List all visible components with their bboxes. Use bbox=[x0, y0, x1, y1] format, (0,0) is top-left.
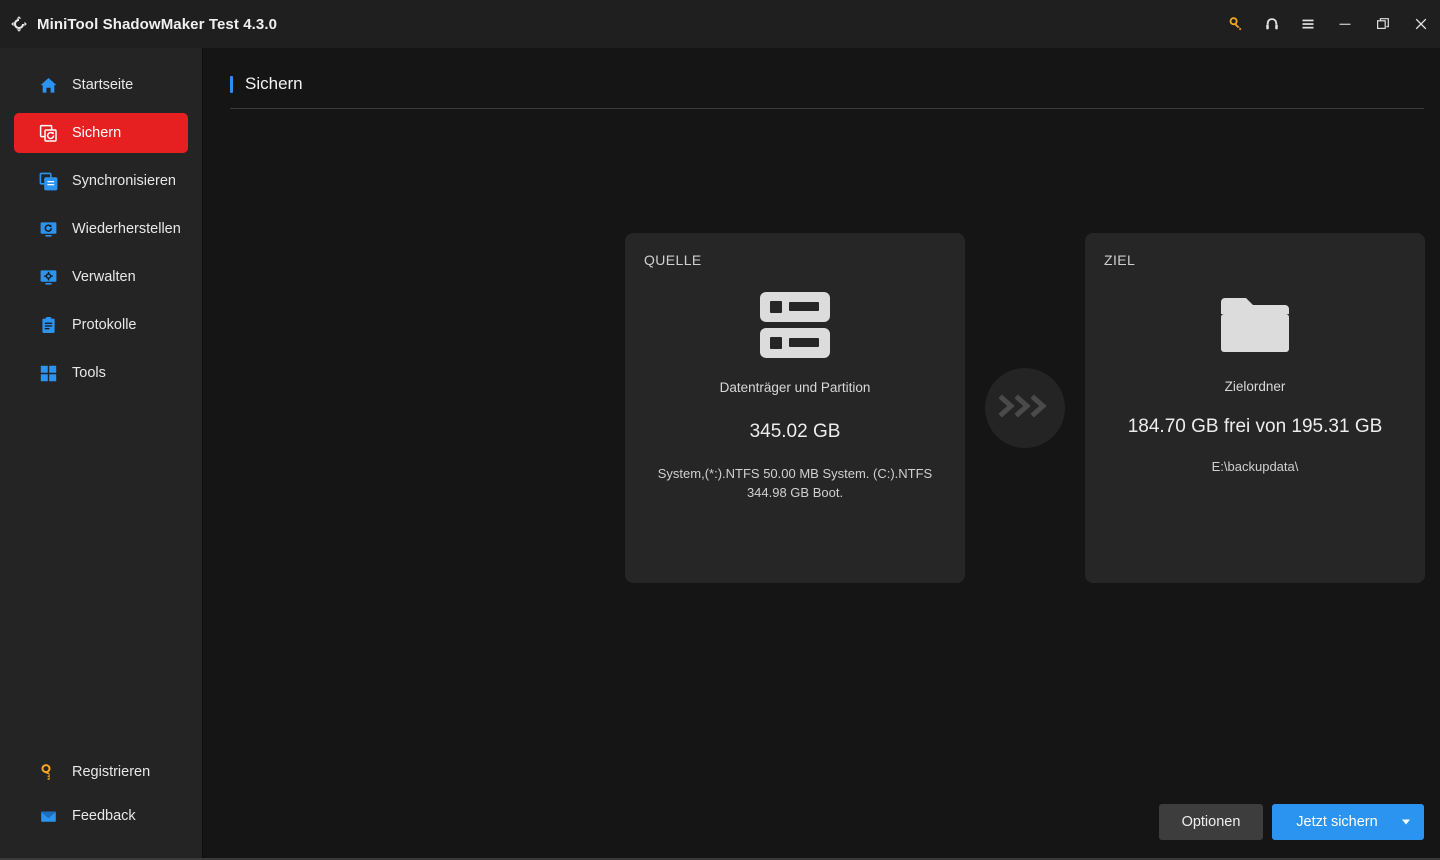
sidebar-item-protokolle[interactable]: Protokolle bbox=[14, 305, 188, 345]
key-icon[interactable] bbox=[1218, 0, 1254, 48]
sidebar-item-label: Registrieren bbox=[72, 764, 150, 780]
sidebar-item-label: Verwalten bbox=[72, 269, 136, 285]
sidebar-item-label: Wiederherstellen bbox=[72, 221, 181, 237]
manage-icon bbox=[38, 267, 58, 287]
disk-stack-icon bbox=[625, 289, 965, 363]
page-header: Sichern bbox=[230, 48, 1424, 109]
backup-now-label: Jetzt sichern bbox=[1296, 814, 1377, 830]
sidebar-item-label: Synchronisieren bbox=[72, 173, 176, 189]
restore-icon[interactable] bbox=[1364, 0, 1402, 48]
sidebar-item-wiederherstellen[interactable]: Wiederherstellen bbox=[14, 209, 188, 249]
triple-chevron-right-icon bbox=[998, 393, 1052, 424]
sidebar-item-label: Protokolle bbox=[72, 317, 136, 333]
restore-disk-icon bbox=[38, 219, 58, 239]
application-window: MiniTool ShadowMaker Test 4.3.0 bbox=[0, 0, 1440, 860]
backup-icon bbox=[38, 123, 58, 143]
sidebar-item-verwalten[interactable]: Verwalten bbox=[14, 257, 188, 297]
folder-icon bbox=[1085, 289, 1425, 363]
title-accent-bar bbox=[230, 76, 233, 93]
title-bar: MiniTool ShadowMaker Test 4.3.0 bbox=[0, 0, 1440, 48]
destination-size: 184.70 GB frei von 195.31 GB bbox=[1093, 416, 1417, 438]
tools-icon bbox=[38, 363, 58, 383]
sidebar-item-synchronisieren[interactable]: Synchronisieren bbox=[14, 161, 188, 201]
headphones-icon[interactable] bbox=[1254, 0, 1290, 48]
sidebar-item-startseite[interactable]: Startseite bbox=[14, 65, 188, 105]
destination-subtitle: Zielordner bbox=[1097, 379, 1413, 394]
source-size: 345.02 GB bbox=[633, 421, 957, 443]
sidebar-item-label: Feedback bbox=[72, 808, 136, 824]
close-icon[interactable] bbox=[1402, 0, 1440, 48]
page-title: Sichern bbox=[245, 74, 303, 94]
sidebar-item-label: Tools bbox=[72, 365, 106, 381]
menu-icon[interactable] bbox=[1290, 0, 1326, 48]
sidebar-item-tools[interactable]: Tools bbox=[14, 353, 188, 393]
footer-actions: Optionen Jetzt sichern bbox=[1159, 804, 1424, 840]
source-label: QUELLE bbox=[644, 252, 702, 268]
transfer-arrow bbox=[985, 368, 1065, 448]
sync-arrows-icon bbox=[8, 13, 30, 35]
key-icon bbox=[38, 762, 58, 782]
sidebar-spacer bbox=[0, 397, 202, 748]
source-card[interactable]: QUELLE bbox=[625, 233, 965, 583]
sidebar-bottom-section: Registrieren Feedback bbox=[0, 748, 202, 858]
sidebar-item-feedback[interactable]: Feedback bbox=[14, 796, 188, 836]
home-icon bbox=[38, 75, 58, 95]
sidebar-item-registrieren[interactable]: Registrieren bbox=[14, 752, 188, 792]
options-button[interactable]: Optionen bbox=[1159, 804, 1263, 840]
destination-detail: E:\backupdata\ bbox=[1107, 457, 1403, 476]
main-content: Sichern QUELLE bbox=[203, 48, 1440, 858]
sidebar-item-sichern[interactable]: Sichern bbox=[14, 113, 188, 153]
minimize-icon[interactable] bbox=[1326, 0, 1364, 48]
logs-icon bbox=[38, 315, 58, 335]
sidebar-item-label: Startseite bbox=[72, 77, 133, 93]
sync-icon bbox=[38, 171, 58, 191]
backup-now-button[interactable]: Jetzt sichern bbox=[1272, 804, 1424, 840]
caret-down-icon[interactable] bbox=[1402, 820, 1410, 825]
sidebar: Startseite Sichern bbox=[0, 48, 203, 858]
destination-label: ZIEL bbox=[1104, 252, 1135, 268]
backup-panes: QUELLE bbox=[203, 109, 1440, 858]
app-title: MiniTool ShadowMaker Test 4.3.0 bbox=[37, 16, 277, 33]
source-subtitle: Datenträger und Partition bbox=[637, 380, 953, 395]
window-controls bbox=[1218, 0, 1440, 48]
source-detail: System,(*:).NTFS 50.00 MB System. (C:).N… bbox=[647, 464, 943, 502]
mail-icon bbox=[38, 806, 58, 826]
window-body: Startseite Sichern bbox=[0, 48, 1440, 858]
destination-card[interactable]: ZIEL Zielordner 184.70 GB frei von 195.3… bbox=[1085, 233, 1425, 583]
sidebar-item-label: Sichern bbox=[72, 125, 121, 141]
